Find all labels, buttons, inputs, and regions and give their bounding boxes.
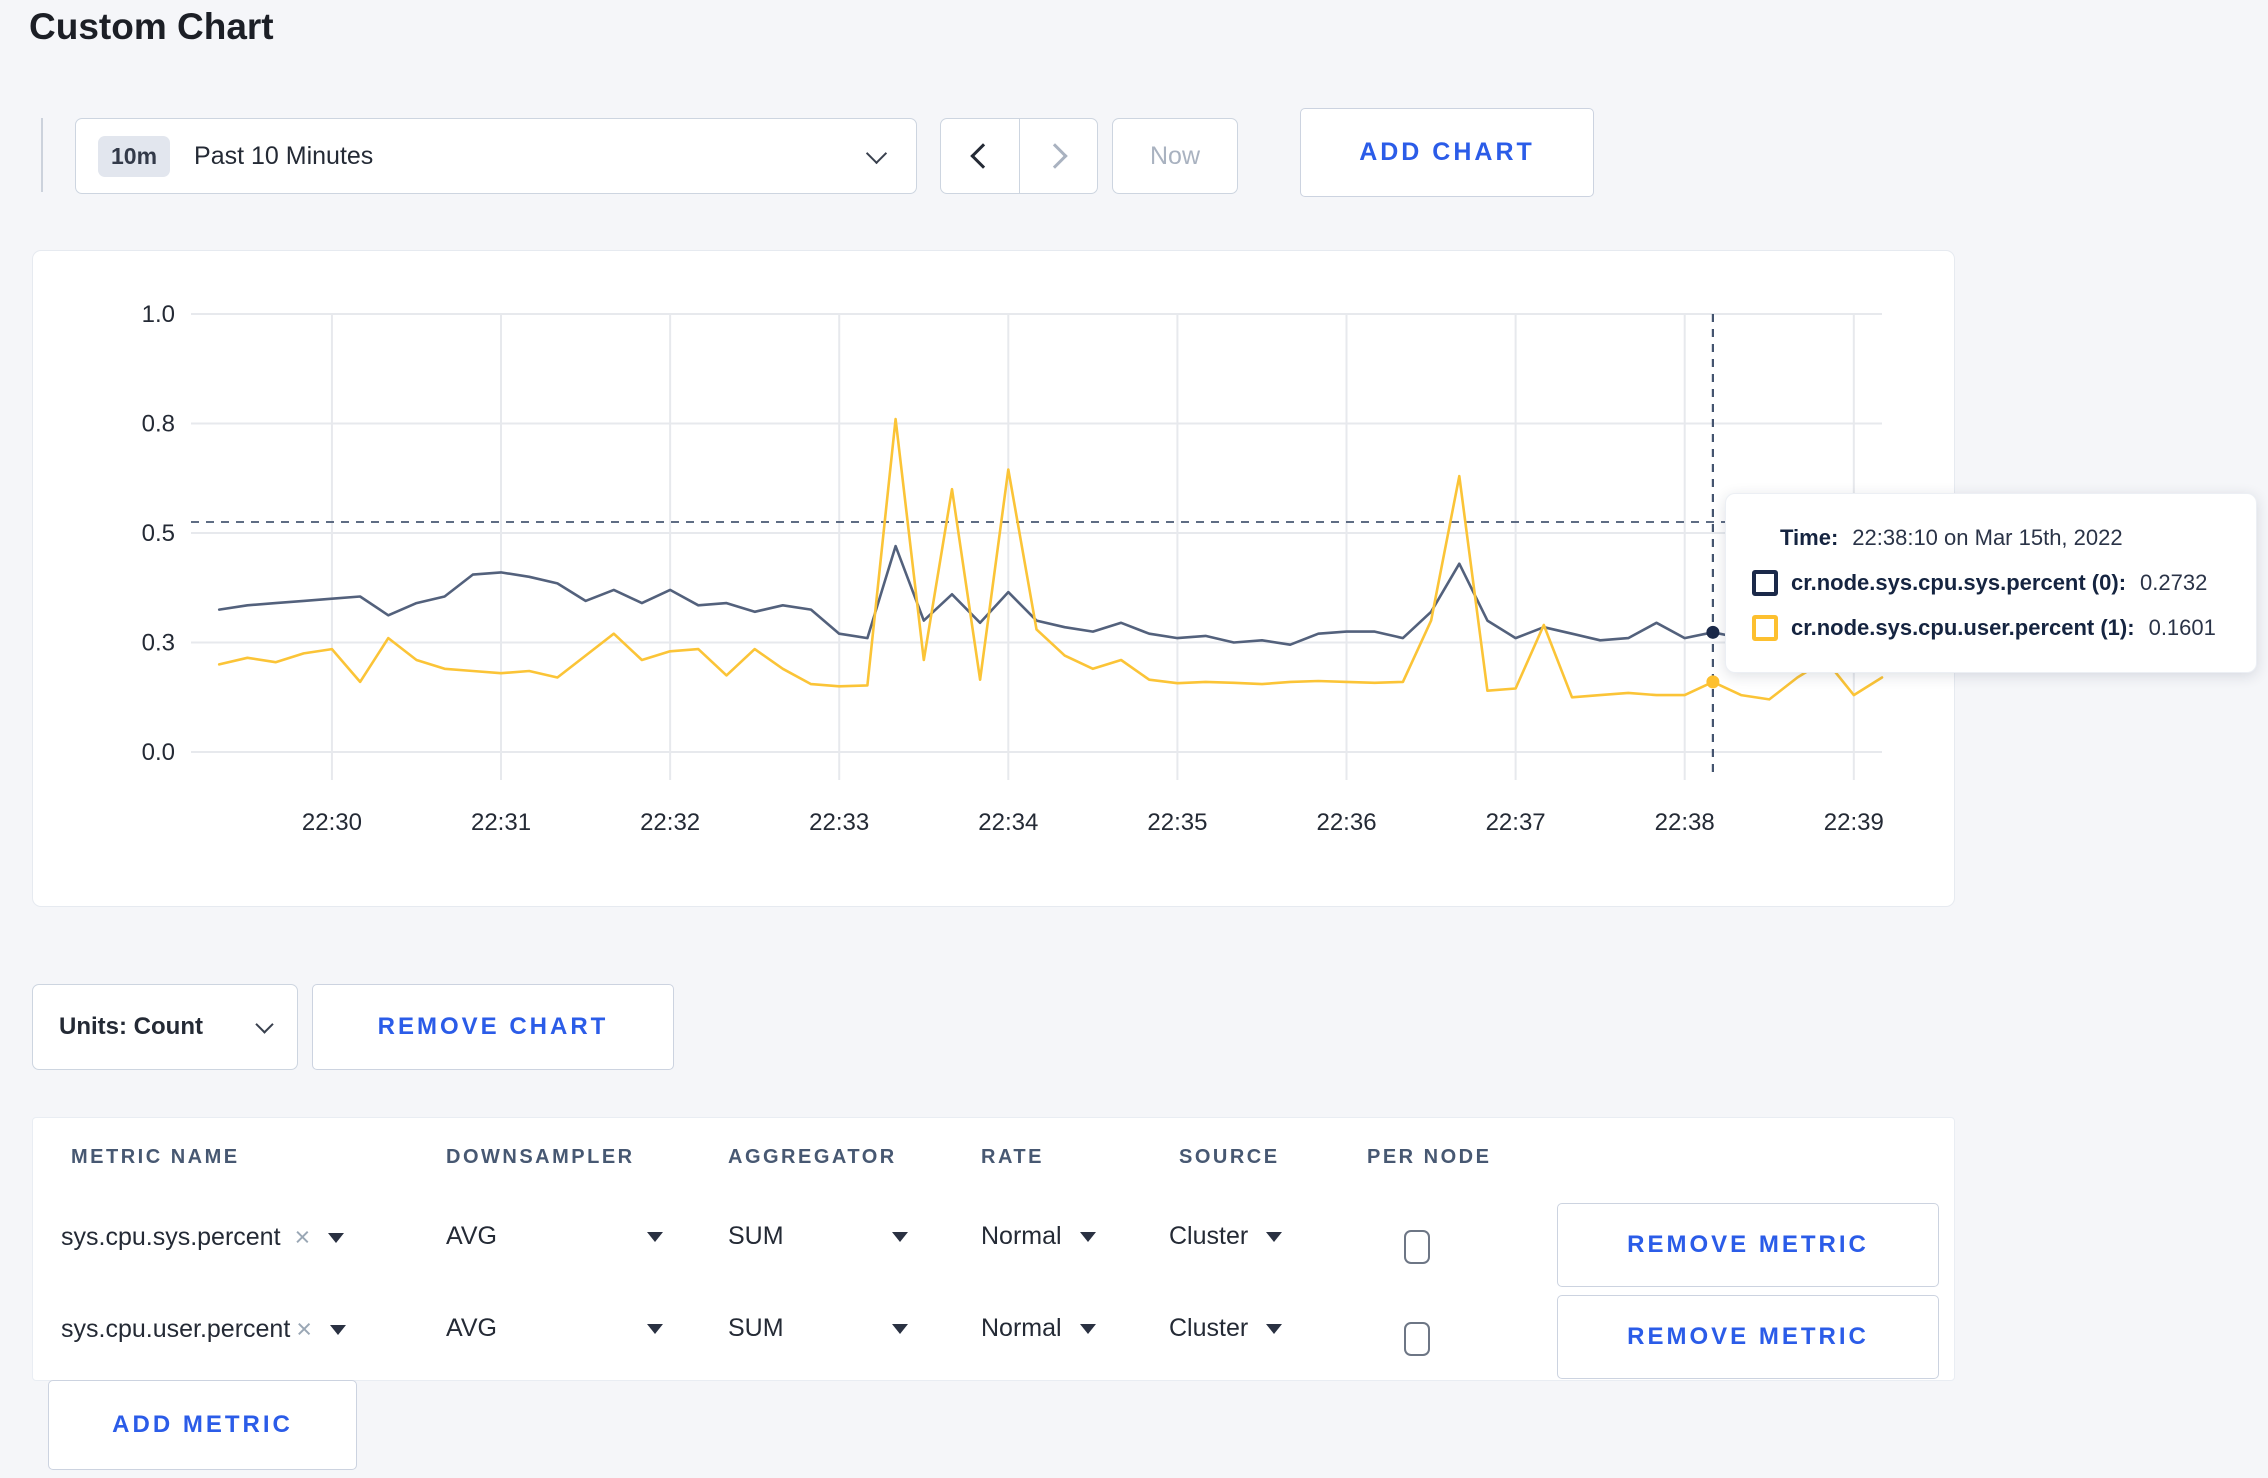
remove-metric-button[interactable]: REMOVE METRIC xyxy=(1557,1203,1939,1287)
metric-name-select[interactable]: sys.cpu.sys.percent × xyxy=(61,1222,345,1253)
aggregator-value: SUM xyxy=(728,1314,784,1342)
downsampler-select[interactable]: AVG xyxy=(446,1222,663,1251)
chevron-down-icon xyxy=(865,142,888,164)
col-header-per-node: PER NODE xyxy=(1367,1146,1492,1168)
time-range-label: Past 10 Minutes xyxy=(194,141,374,170)
caret-down-icon xyxy=(1079,1323,1096,1334)
svg-text:22:36: 22:36 xyxy=(1316,809,1376,836)
source-select[interactable]: Cluster xyxy=(1169,1314,1283,1343)
caret-down-icon xyxy=(646,1323,663,1334)
metric-name-label: sys.cpu.user.percent xyxy=(61,1315,291,1343)
clear-metric-x-icon[interactable]: × xyxy=(296,1314,312,1345)
chart-tooltip: Time: 22:38:10 on Mar 15th, 2022 cr.node… xyxy=(1725,493,2257,673)
tooltip-series-row: cr.node.sys.cpu.user.percent (1): 0.1601 xyxy=(1752,615,2256,641)
caret-down-icon xyxy=(328,1232,345,1243)
add-metric-button[interactable]: ADD METRIC xyxy=(48,1380,357,1470)
chart-card: 0.0 0.3 0.5 0.8 1.0 22:30 22:31 22:32 22:33 22:34… xyxy=(32,250,1955,907)
custom-chart-page: Custom Chart 10m Past 10 Minutes Now ADD… xyxy=(0,0,2268,1478)
caret-down-icon xyxy=(891,1231,908,1242)
metric-name-label: sys.cpu.sys.percent xyxy=(61,1223,281,1251)
caret-down-icon xyxy=(891,1323,908,1334)
aggregator-select[interactable]: SUM xyxy=(728,1222,908,1251)
svg-text:22:30: 22:30 xyxy=(302,809,362,836)
svg-text:22:33: 22:33 xyxy=(809,809,869,836)
svg-text:22:31: 22:31 xyxy=(471,809,531,836)
tooltip-series-label: cr.node.sys.cpu.sys.percent (0): xyxy=(1791,570,2127,595)
now-button[interactable]: Now xyxy=(1112,118,1238,194)
svg-text:22:38: 22:38 xyxy=(1655,809,1715,836)
source-select[interactable]: Cluster xyxy=(1169,1222,1283,1251)
caret-down-icon xyxy=(330,1324,347,1335)
tooltip-series-row: cr.node.sys.cpu.sys.percent (0): 0.2732 xyxy=(1752,570,2256,596)
metrics-table: METRIC NAME DOWNSAMPLER AGGREGATOR RATE … xyxy=(32,1117,1955,1381)
metric-name-select[interactable]: sys.cpu.user.percent × xyxy=(61,1314,347,1345)
time-series-chart[interactable]: 0.0 0.3 0.5 0.8 1.0 22:30 22:31 22:32 22:33 22:34… xyxy=(33,251,1954,906)
tooltip-series-label: cr.node.sys.cpu.user.percent (1): xyxy=(1791,615,2135,640)
downsampler-value: AVG xyxy=(446,1222,497,1250)
source-value: Cluster xyxy=(1169,1222,1249,1250)
time-range-badge: 10m xyxy=(98,135,171,177)
time-step-button-group xyxy=(940,118,1098,194)
col-header-source: SOURCE xyxy=(1179,1146,1280,1168)
svg-text:0.3: 0.3 xyxy=(142,630,175,657)
rate-select[interactable]: Normal xyxy=(981,1222,1096,1251)
rate-value: Normal xyxy=(981,1222,1062,1250)
page-title: Custom Chart xyxy=(29,6,274,47)
svg-text:0.5: 0.5 xyxy=(142,520,175,547)
caret-down-icon xyxy=(1266,1323,1283,1334)
clear-metric-x-icon[interactable]: × xyxy=(295,1222,311,1253)
remove-metric-button[interactable]: REMOVE METRIC xyxy=(1557,1295,1939,1379)
chevron-right-icon xyxy=(1042,143,1068,169)
svg-text:22:34: 22:34 xyxy=(978,809,1038,836)
caret-down-icon xyxy=(1266,1231,1283,1242)
col-header-metric-name: METRIC NAME xyxy=(71,1146,240,1168)
remove-chart-button[interactable]: REMOVE CHART xyxy=(312,984,674,1070)
aggregator-value: SUM xyxy=(728,1222,784,1250)
user-series-swatch-icon xyxy=(1752,615,1778,641)
chevron-left-icon xyxy=(970,143,996,169)
col-header-rate: RATE xyxy=(981,1146,1044,1168)
tooltip-series-value: 0.2732 xyxy=(2140,570,2208,595)
time-range-select[interactable]: 10m Past 10 Minutes xyxy=(75,118,917,194)
col-header-downsampler: DOWNSAMPLER xyxy=(446,1146,635,1168)
svg-text:0.8: 0.8 xyxy=(142,411,175,438)
svg-text:22:39: 22:39 xyxy=(1824,809,1884,836)
downsampler-value: AVG xyxy=(446,1314,497,1342)
svg-text:1.0: 1.0 xyxy=(142,301,175,328)
tooltip-time-value: 22:38:10 on Mar 15th, 2022 xyxy=(1852,525,2123,550)
per-node-checkbox[interactable] xyxy=(1404,1322,1430,1356)
next-range-button[interactable] xyxy=(1020,119,1098,193)
units-select[interactable]: Units: Count xyxy=(32,984,298,1070)
sys-series-swatch-icon xyxy=(1752,570,1778,596)
svg-text:22:37: 22:37 xyxy=(1486,809,1546,836)
caret-down-icon xyxy=(646,1231,663,1242)
chevron-down-icon xyxy=(255,1014,274,1034)
svg-text:22:35: 22:35 xyxy=(1147,809,1207,836)
svg-text:0.0: 0.0 xyxy=(142,739,175,766)
rate-value: Normal xyxy=(981,1314,1062,1342)
tooltip-time-label: Time: xyxy=(1780,525,1839,550)
rate-select[interactable]: Normal xyxy=(981,1314,1096,1343)
caret-down-icon xyxy=(1079,1231,1096,1242)
add-chart-button[interactable]: ADD CHART xyxy=(1300,108,1594,197)
source-value: Cluster xyxy=(1169,1314,1249,1342)
tooltip-time-row: Time: 22:38:10 on Mar 15th, 2022 xyxy=(1780,525,2256,551)
prev-range-button[interactable] xyxy=(941,119,1020,193)
toolbar-divider xyxy=(41,118,43,192)
units-label: Units: Count xyxy=(59,1013,203,1040)
svg-text:22:32: 22:32 xyxy=(640,809,700,836)
downsampler-select[interactable]: AVG xyxy=(446,1314,663,1343)
aggregator-select[interactable]: SUM xyxy=(728,1314,908,1343)
col-header-aggregator: AGGREGATOR xyxy=(728,1146,897,1168)
tooltip-series-value: 0.1601 xyxy=(2148,615,2216,640)
per-node-checkbox[interactable] xyxy=(1404,1230,1430,1264)
